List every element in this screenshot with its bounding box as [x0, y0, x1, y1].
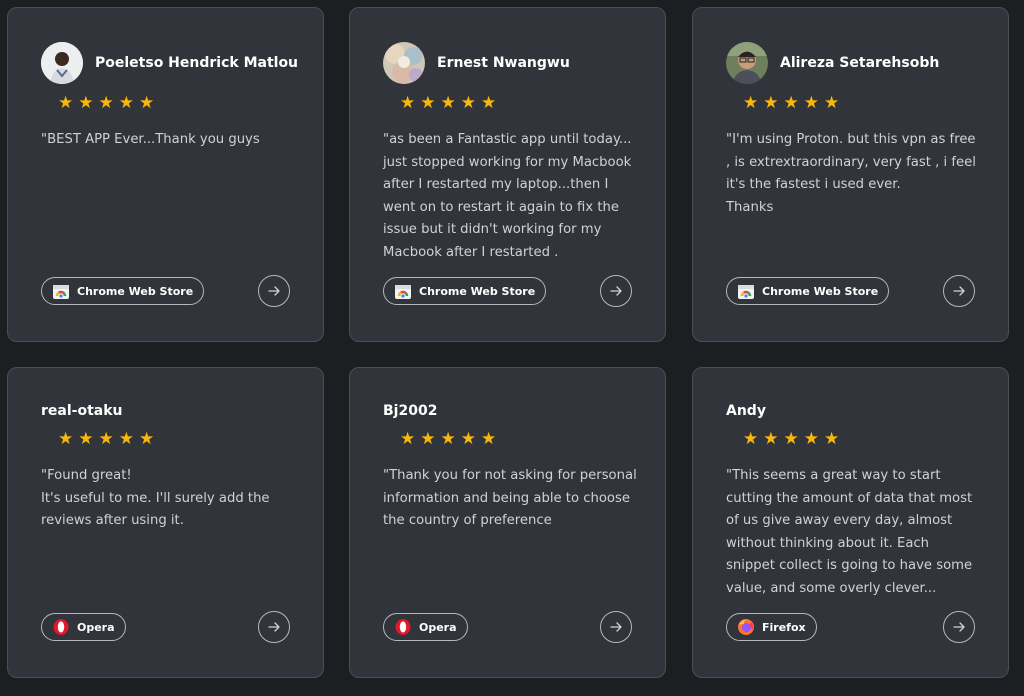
opera-icon	[393, 617, 413, 637]
arrow-button[interactable]	[600, 611, 632, 643]
star-icon: ★	[440, 429, 456, 449]
review-header: Bj2002	[383, 390, 437, 432]
rating-stars: ★ ★ ★ ★ ★	[743, 431, 839, 448]
review-card: Bj2002 ★ ★ ★ ★ ★ "Thank you for not aski…	[349, 367, 666, 678]
star-icon: ★	[139, 429, 155, 449]
reviewer-name: Bj2002	[383, 403, 438, 419]
review-card: Alireza Setarehsobh ★ ★ ★ ★ ★ "I'm using…	[692, 7, 1009, 342]
star-icon: ★	[481, 429, 497, 449]
reviewer-name: Andy	[726, 403, 766, 419]
star-icon: ★	[420, 93, 436, 113]
chrome-web-store-icon	[51, 281, 71, 301]
star-icon: ★	[400, 93, 416, 113]
arrow-button[interactable]	[943, 611, 975, 643]
reviewer-name: Ernest Nwangwu	[437, 55, 570, 71]
store-label: Chrome Web Store	[762, 284, 879, 298]
chrome-web-store-icon	[393, 281, 413, 301]
arrow-right-icon	[610, 622, 622, 632]
star-icon: ★	[118, 93, 134, 113]
arrow-right-icon	[268, 622, 280, 632]
review-text: "BEST APP Ever...Thank you guys	[41, 132, 260, 147]
firefox-icon	[736, 617, 756, 637]
star-icon: ★	[460, 429, 476, 449]
arrow-button[interactable]	[258, 275, 290, 307]
star-icon: ★	[783, 429, 799, 449]
store-label: Opera	[77, 620, 115, 634]
review-header: Alireza Setarehsobh	[726, 42, 939, 84]
rating-stars: ★ ★ ★ ★ ★	[58, 431, 154, 448]
avatar	[726, 42, 768, 84]
review-header: Poeletso Hendrick Matlou	[41, 42, 298, 84]
store-badge[interactable]: Opera	[41, 613, 126, 641]
rating-stars: ★ ★ ★ ★ ★	[400, 95, 496, 112]
arrow-button[interactable]	[600, 275, 632, 307]
star-icon: ★	[803, 429, 819, 449]
arrow-right-icon	[953, 622, 965, 632]
star-icon: ★	[78, 93, 94, 113]
review-header: real-otaku	[41, 390, 123, 432]
arrow-right-icon	[953, 286, 965, 296]
store-badge[interactable]: Firefox	[726, 613, 817, 641]
star-icon: ★	[783, 93, 799, 113]
avatar	[41, 42, 83, 84]
review-text: "as been a Fantastic app until today... …	[383, 132, 632, 260]
star-icon: ★	[98, 93, 114, 113]
store-badge[interactable]: Opera	[383, 613, 468, 641]
chrome-web-store-icon	[736, 281, 756, 301]
reviewer-name: Poeletso Hendrick Matlou	[95, 55, 299, 71]
review-card: Andy ★ ★ ★ ★ ★ "This seems a great way t…	[692, 367, 1009, 678]
review-text: "Found great! It's useful to me. I'll su…	[41, 468, 270, 529]
review-text: "This seems a great way to start cutting…	[726, 468, 973, 596]
review-card: Poeletso Hendrick Matlou ★ ★ ★ ★ ★ "BEST…	[7, 7, 324, 342]
store-label: Chrome Web Store	[419, 284, 536, 298]
star-icon: ★	[743, 429, 759, 449]
star-icon: ★	[460, 93, 476, 113]
star-icon: ★	[420, 429, 436, 449]
star-icon: ★	[118, 429, 134, 449]
star-icon: ★	[824, 93, 840, 113]
rating-stars: ★ ★ ★ ★ ★	[400, 431, 496, 448]
star-icon: ★	[58, 93, 74, 113]
reviewer-name: real-otaku	[41, 403, 123, 419]
star-icon: ★	[400, 429, 416, 449]
arrow-right-icon	[268, 286, 280, 296]
star-icon: ★	[58, 429, 74, 449]
review-text: "Thank you for not asking for personal i…	[383, 468, 637, 529]
star-icon: ★	[481, 93, 497, 113]
arrow-button[interactable]	[943, 275, 975, 307]
arrow-button[interactable]	[258, 611, 290, 643]
store-badge[interactable]: Chrome Web Store	[726, 277, 890, 305]
star-icon: ★	[824, 429, 840, 449]
star-icon: ★	[763, 93, 779, 113]
reviews-grid: Poeletso Hendrick Matlou ★ ★ ★ ★ ★ "BEST…	[0, 0, 1024, 696]
store-badge[interactable]: Chrome Web Store	[383, 277, 547, 305]
review-text: "I'm using Proton. but this vpn as free …	[726, 132, 976, 215]
reviewer-name: Alireza Setarehsobh	[780, 55, 940, 71]
review-header: Andy	[726, 390, 766, 432]
rating-stars: ★ ★ ★ ★ ★	[743, 95, 839, 112]
star-icon: ★	[440, 93, 456, 113]
store-label: Firefox	[762, 620, 806, 634]
star-icon: ★	[803, 93, 819, 113]
star-icon: ★	[78, 429, 94, 449]
star-icon: ★	[98, 429, 114, 449]
review-header: Ernest Nwangwu	[383, 42, 570, 84]
star-icon: ★	[139, 93, 155, 113]
review-card: real-otaku ★ ★ ★ ★ ★ "Found great! It's …	[7, 367, 324, 678]
opera-icon	[51, 617, 71, 637]
review-card: Ernest Nwangwu ★ ★ ★ ★ ★ "as been a Fant…	[349, 7, 666, 342]
avatar	[383, 42, 425, 84]
store-label: Opera	[419, 620, 457, 634]
store-badge[interactable]: Chrome Web Store	[41, 277, 205, 305]
star-icon: ★	[763, 429, 779, 449]
star-icon: ★	[743, 93, 759, 113]
arrow-right-icon	[610, 286, 622, 296]
rating-stars: ★ ★ ★ ★ ★	[58, 95, 154, 112]
store-label: Chrome Web Store	[77, 284, 194, 298]
